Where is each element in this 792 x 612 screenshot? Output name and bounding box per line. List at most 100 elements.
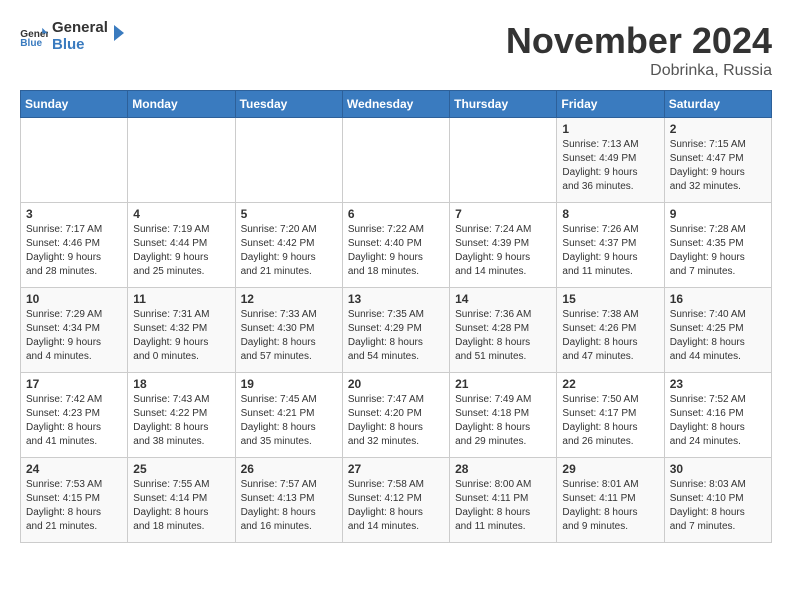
cell-week1-day4 [450, 118, 557, 203]
week-row-1: 1Sunrise: 7:13 AM Sunset: 4:49 PM Daylig… [21, 118, 772, 203]
cell-week3-day4: 14Sunrise: 7:36 AM Sunset: 4:28 PM Dayli… [450, 288, 557, 373]
day-info: Sunrise: 7:22 AM Sunset: 4:40 PM Dayligh… [348, 223, 444, 279]
day-number: 5 [241, 207, 337, 221]
cell-week2-day6: 9Sunrise: 7:28 AM Sunset: 4:35 PM Daylig… [664, 203, 771, 288]
logo: General Blue General Blue [20, 20, 126, 53]
cell-week4-day5: 22 Sunrise: 7:50 AM Sunset: 4:17 PM Dayli… [557, 373, 664, 458]
cell-week3-day1: 11 Sunrise: 7:31 AM Sunset: 4:32 PM Dayli… [128, 288, 235, 373]
day-info: Sunrise: 7:17 AM Sunset: 4:46 PM Dayligh… [26, 223, 122, 279]
day-info: Sunrise: 7:57 AM Sunset: 4:13 PM Dayligh… [241, 478, 337, 534]
day-number: 18 [133, 377, 229, 391]
day-info: Sunrise: 7:40 AM Sunset: 4:25 PM Dayligh… [670, 308, 766, 364]
week-row-2: 3 Sunrise: 7:17 AM Sunset: 4:46 PM Daylig… [21, 203, 772, 288]
day-info: Sunrise: 7:45 AM Sunset: 4:21 PM Dayligh… [241, 393, 337, 449]
day-number: 10 [26, 292, 122, 306]
cell-week1-day2 [235, 118, 342, 203]
day-info: Sunrise: 7:29 AM Sunset: 4:34 PM Dayligh… [26, 308, 122, 364]
col-tuesday: Tuesday [235, 91, 342, 118]
day-number: 2 [670, 122, 766, 136]
week-row-4: 17Sunrise: 7:42 AM Sunset: 4:23 PM Dayli… [21, 373, 772, 458]
cell-week2-day5: 8Sunrise: 7:26 AM Sunset: 4:37 PM Daylig… [557, 203, 664, 288]
cell-week4-day2: 19Sunrise: 7:45 AM Sunset: 4:21 PM Dayli… [235, 373, 342, 458]
cell-week2-day2: 5 Sunrise: 7:20 AM Sunset: 4:42 PM Daylig… [235, 203, 342, 288]
header-row: Sunday Monday Tuesday Wednesday Thursday… [21, 91, 772, 118]
day-info: Sunrise: 7:55 AM Sunset: 4:14 PM Dayligh… [133, 478, 229, 534]
day-info: Sunrise: 7:24 AM Sunset: 4:39 PM Dayligh… [455, 223, 551, 279]
day-number: 27 [348, 462, 444, 476]
day-info: Sunrise: 7:38 AM Sunset: 4:26 PM Dayligh… [562, 308, 658, 364]
cell-week1-day0 [21, 118, 128, 203]
day-info: Sunrise: 7:53 AM Sunset: 4:15 PM Dayligh… [26, 478, 122, 534]
cell-week4-day4: 21 Sunrise: 7:49 AM Sunset: 4:18 PM Dayli… [450, 373, 557, 458]
col-monday: Monday [128, 91, 235, 118]
col-saturday: Saturday [664, 91, 771, 118]
day-number: 8 [562, 207, 658, 221]
day-number: 7 [455, 207, 551, 221]
day-info: Sunrise: 7:31 AM Sunset: 4:32 PM Dayligh… [133, 308, 229, 364]
cell-week3-day2: 12Sunrise: 7:33 AM Sunset: 4:30 PM Dayli… [235, 288, 342, 373]
calendar-body: 1Sunrise: 7:13 AM Sunset: 4:49 PM Daylig… [21, 118, 772, 543]
day-number: 21 [455, 377, 551, 391]
day-number: 15 [562, 292, 658, 306]
cell-week1-day1 [128, 118, 235, 203]
cell-week4-day0: 17Sunrise: 7:42 AM Sunset: 4:23 PM Dayli… [21, 373, 128, 458]
cell-week1-day6: 2 Sunrise: 7:15 AM Sunset: 4:47 PM Daylig… [664, 118, 771, 203]
cell-week5-day6: 30Sunrise: 8:03 AM Sunset: 4:10 PM Dayli… [664, 458, 771, 543]
day-info: Sunrise: 7:47 AM Sunset: 4:20 PM Dayligh… [348, 393, 444, 449]
day-info: Sunrise: 8:01 AM Sunset: 4:11 PM Dayligh… [562, 478, 658, 534]
day-info: Sunrise: 7:15 AM Sunset: 4:47 PM Dayligh… [670, 138, 766, 194]
cell-week1-day3 [342, 118, 449, 203]
day-info: Sunrise: 7:49 AM Sunset: 4:18 PM Dayligh… [455, 393, 551, 449]
day-number: 16 [670, 292, 766, 306]
cell-week3-day6: 16 Sunrise: 7:40 AM Sunset: 4:25 PM Dayli… [664, 288, 771, 373]
day-number: 25 [133, 462, 229, 476]
cell-week5-day2: 26 Sunrise: 7:57 AM Sunset: 4:13 PM Dayli… [235, 458, 342, 543]
day-info: Sunrise: 8:03 AM Sunset: 4:10 PM Dayligh… [670, 478, 766, 534]
cell-week2-day0: 3 Sunrise: 7:17 AM Sunset: 4:46 PM Daylig… [21, 203, 128, 288]
header: General Blue General Blue November 2024 … [20, 20, 772, 80]
svg-text:Blue: Blue [20, 38, 42, 48]
cell-week5-day4: 28Sunrise: 8:00 AM Sunset: 4:11 PM Dayli… [450, 458, 557, 543]
cell-week4-day1: 18 Sunrise: 7:43 AM Sunset: 4:22 PM Dayli… [128, 373, 235, 458]
cell-week2-day4: 7 Sunrise: 7:24 AM Sunset: 4:39 PM Daylig… [450, 203, 557, 288]
location-subtitle: Dobrinka, Russia [506, 62, 772, 80]
day-info: Sunrise: 7:58 AM Sunset: 4:12 PM Dayligh… [348, 478, 444, 534]
col-sunday: Sunday [21, 91, 128, 118]
day-number: 22 [562, 377, 658, 391]
logo-icon: General Blue [20, 26, 48, 48]
cell-week3-day0: 10 Sunrise: 7:29 AM Sunset: 4:34 PM Dayli… [21, 288, 128, 373]
day-number: 1 [562, 122, 658, 136]
day-info: Sunrise: 7:50 AM Sunset: 4:17 PM Dayligh… [562, 393, 658, 449]
cell-week2-day3: 6 Sunrise: 7:22 AM Sunset: 4:40 PM Daylig… [342, 203, 449, 288]
cell-week4-day3: 20Sunrise: 7:47 AM Sunset: 4:20 PM Dayli… [342, 373, 449, 458]
day-info: Sunrise: 7:28 AM Sunset: 4:35 PM Dayligh… [670, 223, 766, 279]
cell-week3-day5: 15 Sunrise: 7:38 AM Sunset: 4:26 PM Dayli… [557, 288, 664, 373]
day-info: Sunrise: 7:36 AM Sunset: 4:28 PM Dayligh… [455, 308, 551, 364]
day-number: 6 [348, 207, 444, 221]
day-number: 3 [26, 207, 122, 221]
day-number: 26 [241, 462, 337, 476]
day-number: 23 [670, 377, 766, 391]
cell-week3-day3: 13Sunrise: 7:35 AM Sunset: 4:29 PM Dayli… [342, 288, 449, 373]
calendar-table: Sunday Monday Tuesday Wednesday Thursday… [20, 90, 772, 543]
week-row-3: 10 Sunrise: 7:29 AM Sunset: 4:34 PM Dayli… [21, 288, 772, 373]
day-number: 4 [133, 207, 229, 221]
day-info: Sunrise: 7:42 AM Sunset: 4:23 PM Dayligh… [26, 393, 122, 449]
day-number: 12 [241, 292, 337, 306]
cell-week5-day0: 24Sunrise: 7:53 AM Sunset: 4:15 PM Dayli… [21, 458, 128, 543]
title-area: November 2024 Dobrinka, Russia [506, 20, 772, 80]
day-info: Sunrise: 7:19 AM Sunset: 4:44 PM Dayligh… [133, 223, 229, 279]
day-info: Sunrise: 7:20 AM Sunset: 4:42 PM Dayligh… [241, 223, 337, 279]
col-friday: Friday [557, 91, 664, 118]
cell-week5-day1: 25 Sunrise: 7:55 AM Sunset: 4:14 PM Dayli… [128, 458, 235, 543]
month-title: November 2024 [506, 20, 772, 62]
logo-arrow-icon [106, 23, 126, 43]
col-wednesday: Wednesday [342, 91, 449, 118]
col-thursday: Thursday [450, 91, 557, 118]
logo-general-text: General [52, 20, 108, 37]
day-number: 13 [348, 292, 444, 306]
logo-blue-text: Blue [52, 37, 108, 54]
day-info: Sunrise: 7:43 AM Sunset: 4:22 PM Dayligh… [133, 393, 229, 449]
day-number: 11 [133, 292, 229, 306]
day-number: 28 [455, 462, 551, 476]
